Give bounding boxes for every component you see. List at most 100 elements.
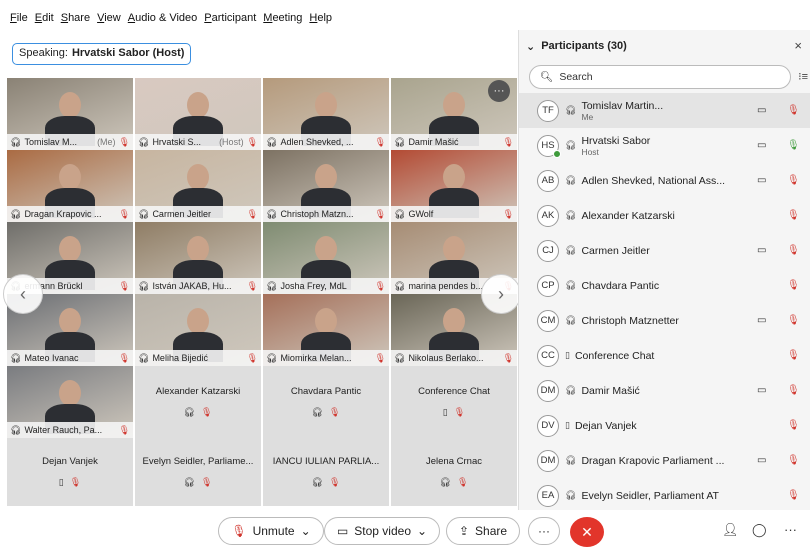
mic-on-icon[interactable]: 🎙︎ (787, 140, 800, 151)
avatar-initials: HS (541, 140, 555, 151)
video-tile[interactable]: 🎧︎ Adlen Shevked, ... 🎙︎ (263, 78, 389, 150)
audio-only-tile[interactable]: Chavdara Pantic 🎧︎ 🎙︎ (263, 366, 389, 438)
video-tile[interactable]: 🎧︎ Tomislav M... (Me) 🎙︎ (7, 78, 133, 150)
participant-row[interactable]: CP 🎧︎ Chavdara Pantic 🎙︎ (519, 268, 810, 303)
more-icon[interactable]: ··· (784, 522, 797, 537)
headphones-icon: 🎧︎ (266, 281, 278, 291)
headphones-icon: 🎧︎ (138, 353, 150, 363)
speaking-indicator[interactable]: Speaking: Hrvatski Sabor (Host) (12, 43, 192, 65)
avatar: HS (537, 134, 561, 158)
audio-only-tile[interactable]: Jelena Crnac 🎧︎ 🎙︎ (391, 438, 517, 506)
participant-head (59, 92, 81, 118)
video-tile[interactable]: 🎧︎ Miomirka Melan... 🎙︎ (263, 294, 389, 366)
tile-more-button[interactable]: ··· (488, 80, 510, 102)
video-tile-name: Dragan Krapovic ... (24, 209, 102, 219)
close-icon[interactable]: × (794, 38, 802, 53)
video-tile[interactable]: 🎧︎ Christoph Matzn... 🎙︎ (263, 150, 389, 222)
chevron-down-icon[interactable]: ⌄ (526, 40, 535, 53)
video-tile[interactable]: 🎧︎ Josha Frey, MdL 🎙︎ (263, 222, 389, 294)
chat-icon[interactable]: ◯ (752, 522, 767, 538)
mic-muted-icon[interactable]: 🎙︎ (787, 350, 800, 361)
audio-only-name: Alexander Katzarski (155, 386, 241, 397)
avatar: DV (537, 414, 559, 437)
menu-item-help[interactable]: Help (309, 12, 332, 36)
chevron-down-icon[interactable]: ⌄ (417, 524, 427, 538)
participant-row[interactable]: EA 🎧︎ Evelyn Seidler, Parliament AT 🎙︎ (519, 478, 810, 513)
audio-only-tile[interactable]: Alexander Katzarski 🎧︎ 🎙︎ (135, 366, 261, 438)
mic-muted-icon[interactable]: 🎙︎ (787, 420, 800, 431)
stop-video-label: Stop video (354, 524, 411, 538)
menu-item-share[interactable]: Share (61, 12, 90, 36)
end-meeting-button[interactable]: ✕ (570, 517, 604, 547)
video-grid: 🎧︎ Tomislav M... (Me) 🎙︎ 🎧︎ Hrvatski S... (Hos… (3, 78, 521, 506)
participant-row[interactable]: CJ 🎧︎ Carmen Jeitler ▭ 🎙︎ (519, 233, 810, 268)
previous-page-button[interactable]: ‹ (3, 274, 43, 314)
mic-muted-icon[interactable]: 🎙︎ (787, 280, 800, 291)
unmute-button[interactable]: 🎙︎ Unmute ⌄ (218, 517, 324, 545)
headphones-icon: 🎧︎ (565, 210, 577, 220)
video-tile[interactable]: 🎧︎ István JAKAB, Hu... 🎙︎ (135, 222, 261, 294)
video-tile-label: 🎧︎ Hrvatski S... (Host) 🎙︎ (135, 134, 261, 150)
video-tile[interactable]: 🎧︎ Meliha Bijedić 🎙︎ (135, 294, 261, 366)
avatar-initials: CM (540, 315, 556, 326)
sort-icon[interactable]: ⁝≡ (798, 70, 808, 83)
headphones-icon: 🎧︎ (394, 353, 406, 363)
search-placeholder: Search (559, 71, 593, 83)
mic-muted-icon: 🎙︎ (246, 209, 258, 219)
video-tile-label: 🎧︎ Miomirka Melan... 🎙︎ (263, 350, 389, 366)
menu-item-participant[interactable]: Participant (204, 12, 256, 36)
participant-name-block: Tomislav Martin... Me (581, 100, 731, 122)
stop-video-button[interactable]: ▭ Stop video ⌄ (324, 517, 440, 545)
headphones-icon: 🎧︎ (565, 280, 577, 290)
audio-only-tile[interactable]: Evelyn Seidler, Parliame... 🎧︎ 🎙︎ (135, 438, 261, 506)
share-button[interactable]: ⇪ Share (446, 517, 520, 545)
search-input[interactable]: 🔍︎ Search (529, 65, 791, 89)
mic-muted-icon[interactable]: 🎙︎ (787, 315, 800, 326)
participant-row[interactable]: HS 🎧︎ Hrvatski Sabor Host ▭ 🎙︎ (519, 128, 810, 163)
participants-icon[interactable]: 👤︎ (722, 522, 739, 538)
menu-item-audio-video[interactable]: Audio & Video (128, 12, 198, 36)
participant-list: TF 🎧︎ Tomislav Martin... Me ▭ 🎙︎ HS 🎧︎ Hrvatski … (519, 93, 810, 513)
participant-name: Alexander Katzarski (581, 209, 675, 222)
menu-item-meeting[interactable]: Meeting (263, 12, 302, 36)
menu-item-file[interactable]: File (10, 12, 28, 36)
participant-row[interactable]: CC ▯ Conference Chat 🎙︎ (519, 338, 810, 373)
mic-muted-icon[interactable]: 🎙︎ (787, 245, 800, 256)
video-tile[interactable]: 🎧︎ Carmen Jeitler 🎙︎ (135, 150, 261, 222)
participant-row[interactable]: AB 🎧︎ Adlen Shevked, National Ass... ▭ 🎙︎ (519, 163, 810, 198)
mic-muted-icon[interactable]: 🎙︎ (787, 490, 800, 501)
video-tile-name: Nikolaus Berlako... (408, 353, 484, 363)
audio-only-name: Jelena Crnac (426, 456, 482, 467)
menu-item-view[interactable]: View (97, 12, 121, 36)
unmute-label: Unmute (252, 524, 295, 538)
more-options-button[interactable]: ··· (528, 517, 560, 545)
mic-muted-icon[interactable]: 🎙︎ (787, 210, 800, 221)
participant-row[interactable]: AK 🎧︎ Alexander Katzarski 🎙︎ (519, 198, 810, 233)
participant-name-block: Damir Mašić (581, 385, 731, 397)
participants-header[interactable]: ⌄ Participants (30) (526, 40, 627, 53)
mic-muted-icon[interactable]: 🎙︎ (787, 385, 800, 396)
video-tile[interactable]: 🎧︎ Walter Rauch, Pa... 🎙︎ (7, 366, 133, 438)
mic-muted-icon[interactable]: 🎙︎ (787, 455, 800, 466)
audio-only-tile[interactable]: IANCU IULIAN PARLIA... 🎧︎ 🎙︎ (263, 438, 389, 506)
participant-row[interactable]: DV ▯ Dejan Vanjek 🎙︎ (519, 408, 810, 443)
video-tile[interactable]: 🎧︎ GWolf 🎙︎ (391, 150, 517, 222)
mic-muted-icon[interactable]: 🎙︎ (787, 105, 800, 116)
participant-row[interactable]: DM 🎧︎ Damir Mašić ▭ 🎙︎ (519, 373, 810, 408)
participant-row[interactable]: DM 🎧︎ Dragan Krapovic Parliament ... ▭ 🎙︎ (519, 443, 810, 478)
audio-only-tile[interactable]: Dejan Vanjek ▯ 🎙︎ (7, 438, 133, 506)
video-camera-icon: ▭ (757, 385, 767, 396)
mic-muted-icon: 🎙︎ (329, 477, 341, 487)
audio-only-tile[interactable]: Conference Chat ▯ 🎙︎ (391, 366, 517, 438)
participant-row[interactable]: TF 🎧︎ Tomislav Martin... Me ▭ 🎙︎ (519, 93, 810, 128)
mic-muted-icon[interactable]: 🎙︎ (787, 175, 800, 186)
video-tile[interactable]: 🎧︎ Hrvatski S... (Host) 🎙︎ (135, 78, 261, 150)
audio-only-name: Dejan Vanjek (42, 456, 98, 467)
mic-muted-icon: 🎙︎ (374, 353, 386, 363)
menu-item-edit[interactable]: Edit (35, 12, 54, 36)
participant-head (187, 236, 209, 262)
participant-row[interactable]: CM 🎧︎ Christoph Matznetter ▭ 🎙︎ (519, 303, 810, 338)
next-page-button[interactable]: › (481, 274, 521, 314)
chevron-down-icon[interactable]: ⌄ (301, 524, 311, 538)
video-tile[interactable]: 🎧︎ Dragan Krapovic ... 🎙︎ (7, 150, 133, 222)
